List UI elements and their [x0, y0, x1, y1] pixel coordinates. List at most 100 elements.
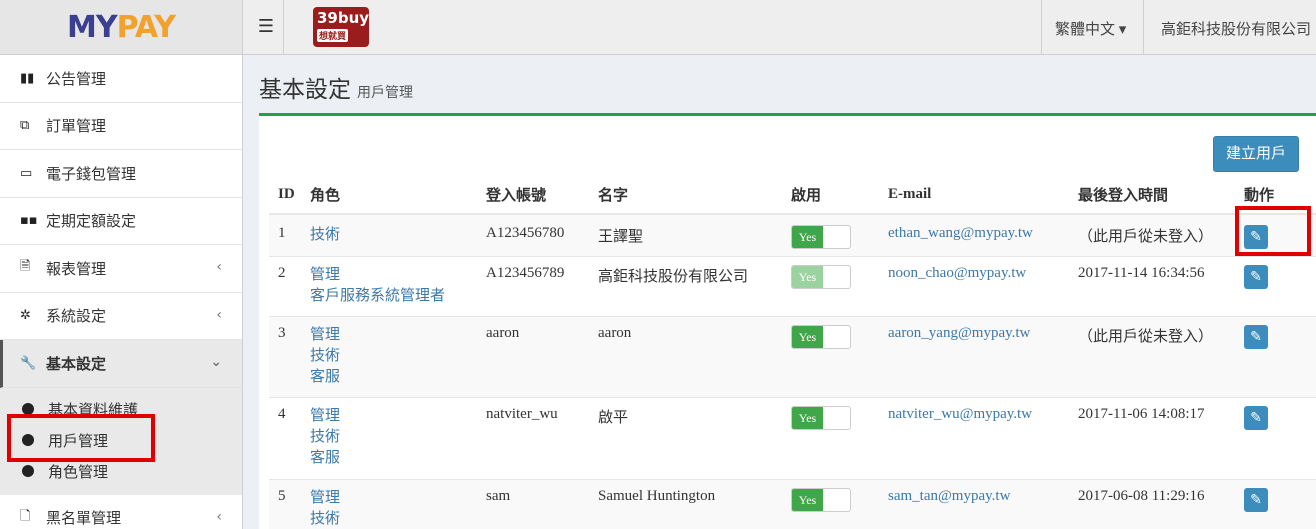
edit-pencil-icon[interactable]: ✎ — [1244, 405, 1268, 430]
logo[interactable]: MYPAY — [0, 0, 243, 55]
sidebar-item-label: 報表管理 — [46, 261, 107, 278]
wrench-icon: 🔧 — [20, 355, 37, 371]
divider — [283, 0, 284, 55]
logo-part2: PAY — [116, 9, 176, 45]
cell-id: 3 — [269, 315, 301, 397]
users-table: ID 角色 登入帳號 名字 啟用 E-mail 最後登入時間 動作 1 技術 A — [269, 175, 1316, 529]
table-row: 5 管理 技術 sam Samuel Huntington Yes sam_tan… — [269, 478, 1316, 529]
table-row: 1 技術 A123456780 王譯聖 Yes ethan_wang@mypay… — [269, 213, 1316, 256]
toggle-on-label: Yes — [792, 406, 823, 429]
map-icon: ▮▮ — [20, 70, 35, 86]
cell-account: A123456789 — [477, 255, 589, 316]
sidebar-item-label: 黑名單管理 — [46, 511, 122, 528]
divider — [1143, 0, 1144, 55]
cell-last-login: 2017-11-14 16:34:56 — [1069, 255, 1235, 316]
role-link[interactable]: 管理 — [310, 488, 477, 509]
role-link[interactable]: 客服 — [310, 367, 477, 388]
cell-email[interactable]: sam_tan@mypay.tw — [879, 478, 1069, 529]
sidebar-item-orders[interactable]: ⧉ 訂單管理 — [0, 102, 242, 150]
col-enabled: 啟用 — [782, 175, 879, 215]
main-content: 基本設定 用戶管理 建立用戶 ID 角色 登入帳號 名字 啟用 E-mail 最後… — [243, 56, 1316, 529]
role-link[interactable]: 技術 — [310, 509, 477, 529]
file-icon: 🗎 — [20, 259, 31, 275]
role-link[interactable]: 管理 — [310, 325, 477, 346]
cell-account: sam — [477, 478, 589, 529]
toggle-on-label: Yes — [792, 325, 823, 348]
sidebar-item-basic-settings[interactable]: 🔧 基本設定 ⌄ — [0, 340, 242, 388]
create-user-button[interactable]: 建立用戶 — [1213, 136, 1299, 172]
brand-badge[interactable]: 39buy 想就買 — [313, 7, 369, 47]
cell-email[interactable]: aaron_yang@mypay.tw — [879, 315, 1069, 397]
chevron-left-icon: ‹ — [216, 259, 222, 275]
sidebar-item-label: 系統設定 — [46, 309, 107, 326]
cell-roles: 技術 — [301, 213, 477, 256]
cell-id: 2 — [269, 255, 301, 316]
edit-pencil-icon[interactable]: ✎ — [1244, 264, 1268, 289]
table-row: 2 管理 客戶服務系統管理者 A123456789 高鉅科技股份有限公司 Yes … — [269, 255, 1316, 316]
sidebar-item-recurring[interactable]: ▪▪ 定期定額設定 — [0, 197, 242, 245]
cell-account: aaron — [477, 315, 589, 397]
cell-enabled: Yes — [782, 315, 879, 397]
cell-id: 5 — [269, 478, 301, 529]
cell-name: 高鉅科技股份有限公司 — [589, 255, 782, 316]
role-link[interactable]: 技術 — [310, 225, 477, 246]
toggle-on-label: Yes — [792, 488, 823, 511]
edit-pencil-icon[interactable]: ✎ — [1244, 487, 1268, 512]
cell-name: aaron — [589, 315, 782, 397]
cell-id: 4 — [269, 396, 301, 479]
chevron-down-icon: ⌄ — [210, 354, 222, 370]
cell-email[interactable]: noon_chao@mypay.tw — [879, 255, 1069, 316]
sidebar-item-reports[interactable]: 🗎 報表管理 ‹ — [0, 245, 242, 293]
role-link[interactable]: 技術 — [310, 346, 477, 367]
cell-email[interactable]: natviter_wu@mypay.tw — [879, 396, 1069, 479]
toggle-on-label: Yes — [792, 226, 823, 248]
page-title: 基本設定 用戶管理 — [259, 70, 413, 104]
cell-roles: 管理 技術 — [301, 478, 477, 529]
sidebar-subitem-label: 角色管理 — [48, 464, 109, 481]
sidebar-item-label: 基本設定 — [46, 356, 107, 373]
cell-enabled: Yes — [782, 478, 879, 529]
col-email: E-mail — [879, 175, 1069, 215]
hamburger-icon[interactable]: ☰ — [253, 14, 279, 40]
sidebar-item-label: 訂單管理 — [46, 119, 107, 136]
col-account: 登入帳號 — [477, 175, 589, 215]
cell-last-login: （此用戶從未登入） — [1069, 315, 1235, 397]
col-name: 名字 — [589, 175, 782, 215]
col-id: ID — [269, 175, 301, 215]
cell-actions: ✎ — [1235, 478, 1316, 529]
cell-email[interactable]: ethan_wang@mypay.tw — [879, 213, 1069, 256]
cell-enabled: Yes — [782, 396, 879, 479]
enabled-toggle[interactable]: Yes — [791, 405, 851, 430]
table-header-row: ID 角色 登入帳號 名字 啟用 E-mail 最後登入時間 動作 — [269, 175, 1316, 215]
company-menu[interactable]: 高鉅科技股份有限公司 — [1161, 18, 1311, 39]
sidebar-item-announcements[interactable]: ▮▮ 公告管理 — [0, 55, 242, 103]
language-dropdown[interactable]: 繁體中文 ▾ — [1055, 18, 1126, 39]
sidebar-item-blacklist[interactable]: 🗋 黑名單管理 ‹ — [0, 494, 242, 529]
role-link[interactable]: 客服 — [310, 448, 477, 469]
enabled-toggle[interactable]: Yes — [791, 324, 851, 349]
chevron-left-icon: ‹ — [216, 508, 222, 525]
cell-name: 啟平 — [589, 396, 782, 479]
sidebar-item-label: 公告管理 — [46, 71, 107, 88]
grid-icon: ▪▪ — [20, 213, 38, 229]
role-link[interactable]: 客戶服務系統管理者 — [310, 286, 477, 307]
top-navbar: ☰ 39buy 想就買 繁體中文 ▾ 高鉅科技股份有限公司 — [243, 0, 1316, 55]
cell-name: Samuel Huntington — [589, 478, 782, 529]
cell-last-login: 2017-11-06 14:08:17 — [1069, 396, 1235, 479]
cell-enabled: Yes — [782, 213, 879, 256]
enabled-toggle[interactable]: Yes — [791, 225, 851, 249]
enabled-toggle[interactable]: Yes — [791, 487, 851, 512]
sidebar-item-system-settings[interactable]: ✲ 系統設定 ‹ — [0, 292, 242, 340]
app-root: MYPAY ☰ 39buy 想就買 繁體中文 ▾ 高鉅科技股份有限公司 ▮▮ 公… — [0, 0, 1316, 529]
sidebar-item-e-wallet[interactable]: ▭ 電子錢包管理 — [0, 150, 242, 198]
cell-last-login: （此用戶從未登入） — [1069, 213, 1235, 256]
role-link[interactable]: 管理 — [310, 406, 477, 427]
role-link[interactable]: 技術 — [310, 427, 477, 448]
enabled-toggle[interactable]: Yes — [791, 264, 851, 289]
edit-pencil-icon[interactable]: ✎ — [1244, 324, 1268, 349]
col-role: 角色 — [301, 175, 477, 215]
role-link[interactable]: 管理 — [310, 265, 477, 286]
logo-text: MYPAY — [67, 9, 176, 45]
cell-id: 1 — [269, 213, 301, 256]
table-row: 3 管理 技術 客服 aaron aaron Yes aaron_yang@mypa… — [269, 315, 1316, 397]
